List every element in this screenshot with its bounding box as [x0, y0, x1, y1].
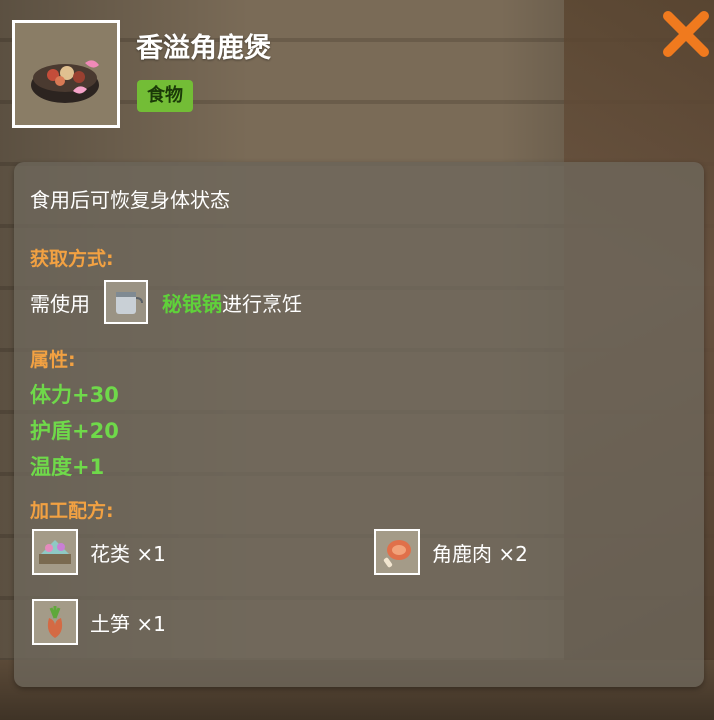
- acquisition-suffix: 进行烹饪: [222, 291, 302, 316]
- acquisition-tool-name: 秘银锅: [162, 291, 222, 316]
- item-category-tag: 食物: [137, 80, 193, 112]
- item-icon-frame: [12, 20, 120, 128]
- ingredient-earth-bamboo-shoot-label: 土笋 ×1: [90, 611, 166, 636]
- attributes-label: 属性:: [30, 349, 76, 371]
- deer-meat-icon: [374, 529, 420, 575]
- earth-bamboo-shoot-icon: [32, 599, 78, 645]
- stat-stamina: 体力+30: [30, 383, 119, 407]
- acquisition-prefix: 需使用: [30, 291, 90, 316]
- close-icon: [663, 11, 709, 57]
- ingredient-flower-label: 花类 ×1: [90, 541, 166, 566]
- ingredient-flower[interactable]: 花类 ×1: [32, 528, 166, 576]
- item-description: 食用后可恢复身体状态: [30, 188, 230, 212]
- item-detail-panel: 食用后可恢复身体状态 获取方式: 需使用 秘银锅 进行烹饪 属性: 体力+30 …: [14, 162, 704, 687]
- recipe-label: 加工配方:: [30, 500, 114, 522]
- flower-icon: [32, 529, 78, 575]
- close-button[interactable]: [660, 8, 712, 60]
- item-title: 香溢角鹿煲: [136, 33, 271, 64]
- mithril-pot-icon[interactable]: [104, 280, 148, 324]
- stat-temperature: 温度+1: [30, 455, 105, 479]
- acquisition-row: 需使用 秘银锅 进行烹饪: [30, 278, 302, 326]
- ingredient-deer-meat[interactable]: 角鹿肉 ×2: [374, 528, 528, 576]
- ingredient-deer-meat-label: 角鹿肉 ×2: [432, 541, 528, 566]
- ingredient-earth-bamboo-shoot[interactable]: 土笋 ×1: [32, 598, 166, 646]
- stat-shield: 护盾+20: [30, 419, 119, 443]
- acquisition-label: 获取方式:: [30, 248, 114, 270]
- stew-pot-icon: [31, 60, 99, 103]
